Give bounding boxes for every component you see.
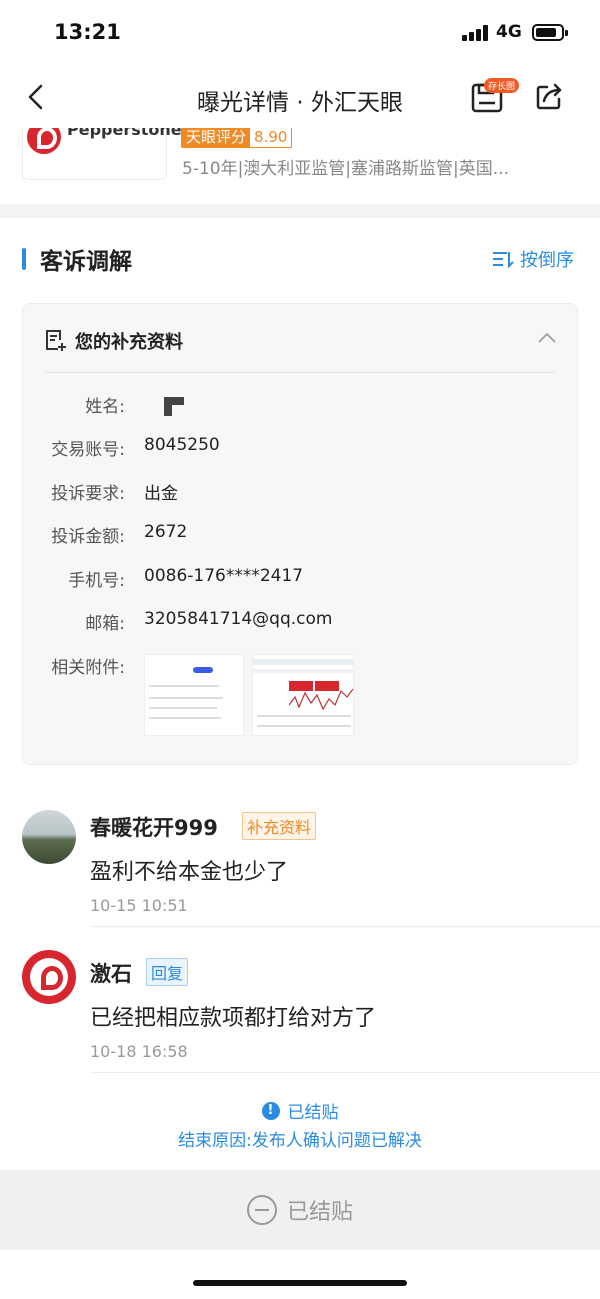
name-redaction — [164, 397, 184, 416]
home-indicator — [193, 1280, 407, 1286]
comment-tag: 补充资料 — [242, 812, 317, 840]
document-add-icon — [46, 330, 66, 351]
close-reason: 结束原因:发布人确认问题已解决 — [178, 1131, 422, 1151]
broker-meta: 5-10年|澳大利亚监管|塞浦路斯监管|英国... — [182, 159, 509, 179]
comment-author[interactable]: 激石 — [90, 958, 132, 988]
info-icon: ! — [261, 1101, 280, 1120]
comment-divider — [90, 926, 600, 927]
section-title: 客诉调解 — [40, 249, 132, 275]
field-phone: 手机号: 0086-176****2417 — [68, 566, 304, 591]
avatar[interactable] — [22, 810, 76, 864]
comment-author[interactable]: 春暖花开999 — [90, 812, 218, 842]
field-email: 邮箱: 3205841714@qq.com — [85, 609, 333, 634]
sort-button[interactable]: 按倒序 — [492, 246, 574, 272]
minus-circle-icon — [246, 1195, 277, 1225]
status-time: 13:21 — [54, 20, 121, 44]
comment-divider — [90, 1072, 600, 1073]
network-type: 4G — [496, 22, 522, 42]
card-title: 您的补充资料 — [75, 332, 183, 353]
section-marker — [22, 248, 26, 270]
signal-icon — [462, 25, 490, 41]
comment-time: 10-15 10:51 — [90, 896, 188, 915]
nav-bar: 曝光详情 · 外汇天眼 存长图 — [0, 66, 600, 128]
supplementary-info-card: 您的补充资料 姓名: 交易账号: 8045250 投诉要求: 出金 投诉金额: … — [22, 303, 578, 765]
comment-text: 盈利不给本金也少了 — [90, 860, 289, 885]
attachment-thumbnail[interactable] — [144, 654, 244, 736]
closed-button[interactable]: 已结贴 — [0, 1170, 600, 1250]
attachment-list — [144, 654, 354, 736]
comment-tag: 回复 — [146, 958, 189, 986]
section-divider — [0, 204, 600, 218]
chevron-up-icon[interactable] — [537, 330, 557, 346]
field-request: 投诉要求: 出金 — [51, 484, 178, 504]
section-header: 客诉调解 按倒序 — [0, 240, 600, 276]
attachment-thumbnail[interactable] — [252, 654, 354, 736]
field-name: 姓名: — [85, 397, 125, 417]
rating-value: 8.90 — [254, 128, 288, 146]
field-account: 交易账号: 8045250 — [51, 435, 220, 460]
card-divider — [45, 372, 555, 373]
battery-icon — [532, 24, 568, 41]
avatar[interactable] — [22, 950, 76, 1004]
long-image-badge: 存长图 — [484, 78, 520, 93]
broker-logo: Pepperstone — [22, 128, 182, 180]
comment-text: 已经把相应款项都打给对方了 — [90, 1006, 377, 1031]
closed-status: ! 已结贴 — [0, 1098, 600, 1123]
field-amount: 投诉金额: 2672 — [51, 522, 188, 547]
rating-badge: 天眼评分 8.90 — [181, 128, 293, 148]
sort-icon — [493, 252, 514, 268]
share-icon[interactable] — [534, 82, 564, 112]
pepperstone-logo-icon — [27, 128, 61, 154]
comment-time: 10-18 16:58 — [90, 1042, 188, 1061]
card-header[interactable]: 您的补充资料 — [23, 304, 577, 372]
broker-header[interactable]: Pepperstone 天眼评分 8.90 5-10年|澳大利亚监管|塞浦路斯监… — [0, 128, 600, 204]
status-bar: 13:21 4G — [0, 0, 600, 66]
